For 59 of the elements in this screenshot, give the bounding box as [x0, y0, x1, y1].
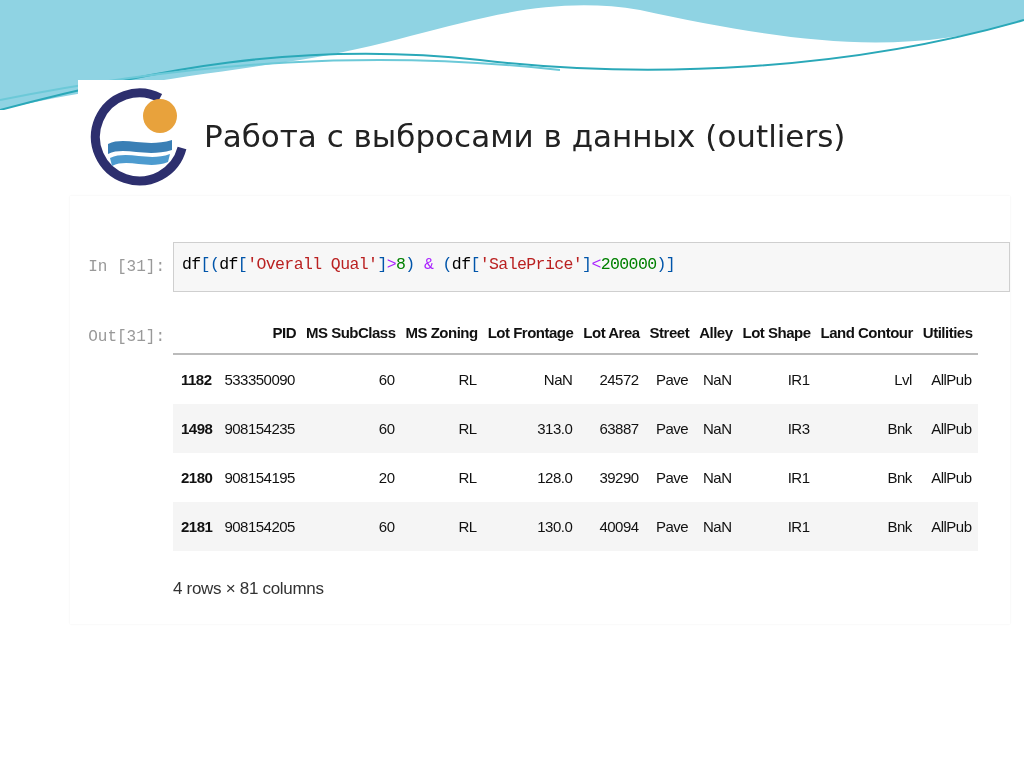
input-prompt: In [31]:	[87, 257, 166, 276]
table-cell: 63887	[578, 404, 645, 453]
table-cell: Pave	[644, 404, 695, 453]
table-cell: Pave	[644, 453, 695, 502]
code-cell[interactable]: df[(df['Overall Qual']>8) & (df['SalePrice']<200000)]	[173, 242, 1010, 292]
table-cell: 130.0	[482, 502, 579, 551]
table-cell: Pave	[644, 502, 695, 551]
table-cell: AllPub	[917, 354, 978, 404]
table-cell: NaN	[694, 453, 738, 502]
table-cell: 40094	[578, 502, 645, 551]
table-cell: 128.0	[482, 453, 579, 502]
table-cell: IR1	[737, 453, 816, 502]
table-cell: 60	[300, 404, 401, 453]
slide-title: Работа с выбросами в данных (outliers)	[204, 118, 846, 154]
row-index: 1498	[173, 404, 219, 453]
table-cell: AllPub	[917, 453, 978, 502]
table-cell: 60	[300, 502, 401, 551]
column-header: MS Zoning	[400, 314, 483, 354]
table-cell: Lvl	[815, 354, 918, 404]
column-header: Alley	[694, 314, 738, 354]
column-header: Utilities	[917, 314, 978, 354]
column-header: MS SubClass	[300, 314, 401, 354]
table-cell: RL	[400, 502, 483, 551]
table-cell: NaN	[694, 502, 738, 551]
column-header: Land Contour	[815, 314, 918, 354]
table-cell: 313.0	[482, 404, 579, 453]
table-cell: RL	[400, 404, 483, 453]
table-cell: Bnk	[815, 404, 918, 453]
table-cell: Bnk	[815, 502, 918, 551]
table-cell: 20	[300, 453, 401, 502]
table-cell: AllPub	[917, 404, 978, 453]
column-header: PID	[218, 314, 301, 354]
table-cell: IR1	[737, 354, 816, 404]
column-header: Lot Frontage	[482, 314, 579, 354]
row-index: 1182	[173, 354, 219, 404]
table-cell: 908154235	[218, 404, 301, 453]
table-cell: RL	[400, 354, 483, 404]
table-cell: AllPub	[917, 502, 978, 551]
row-index: 2180	[173, 453, 219, 502]
table-cell: NaN	[482, 354, 579, 404]
table-cell: IR3	[737, 404, 816, 453]
table-cell: IR1	[737, 502, 816, 551]
table-summary: 4 rows × 81 columns	[173, 579, 325, 599]
table-cell: 24572	[578, 354, 645, 404]
column-header: Lot Area	[578, 314, 645, 354]
table-cell: 60	[300, 354, 401, 404]
table-cell: 908154205	[218, 502, 301, 551]
table-cell: Bnk	[815, 453, 918, 502]
output-prompt: Out[31]:	[87, 327, 166, 346]
table-cell: NaN	[694, 404, 738, 453]
table-cell: 533350090	[218, 354, 301, 404]
table-cell: NaN	[694, 354, 738, 404]
row-index: 2181	[173, 502, 219, 551]
table-cell: Pave	[644, 354, 695, 404]
table-cell: 39290	[578, 453, 645, 502]
table-cell: RL	[400, 453, 483, 502]
column-header: Street	[644, 314, 695, 354]
table-cell: 908154195	[218, 453, 301, 502]
column-header: Lot Shape	[737, 314, 816, 354]
